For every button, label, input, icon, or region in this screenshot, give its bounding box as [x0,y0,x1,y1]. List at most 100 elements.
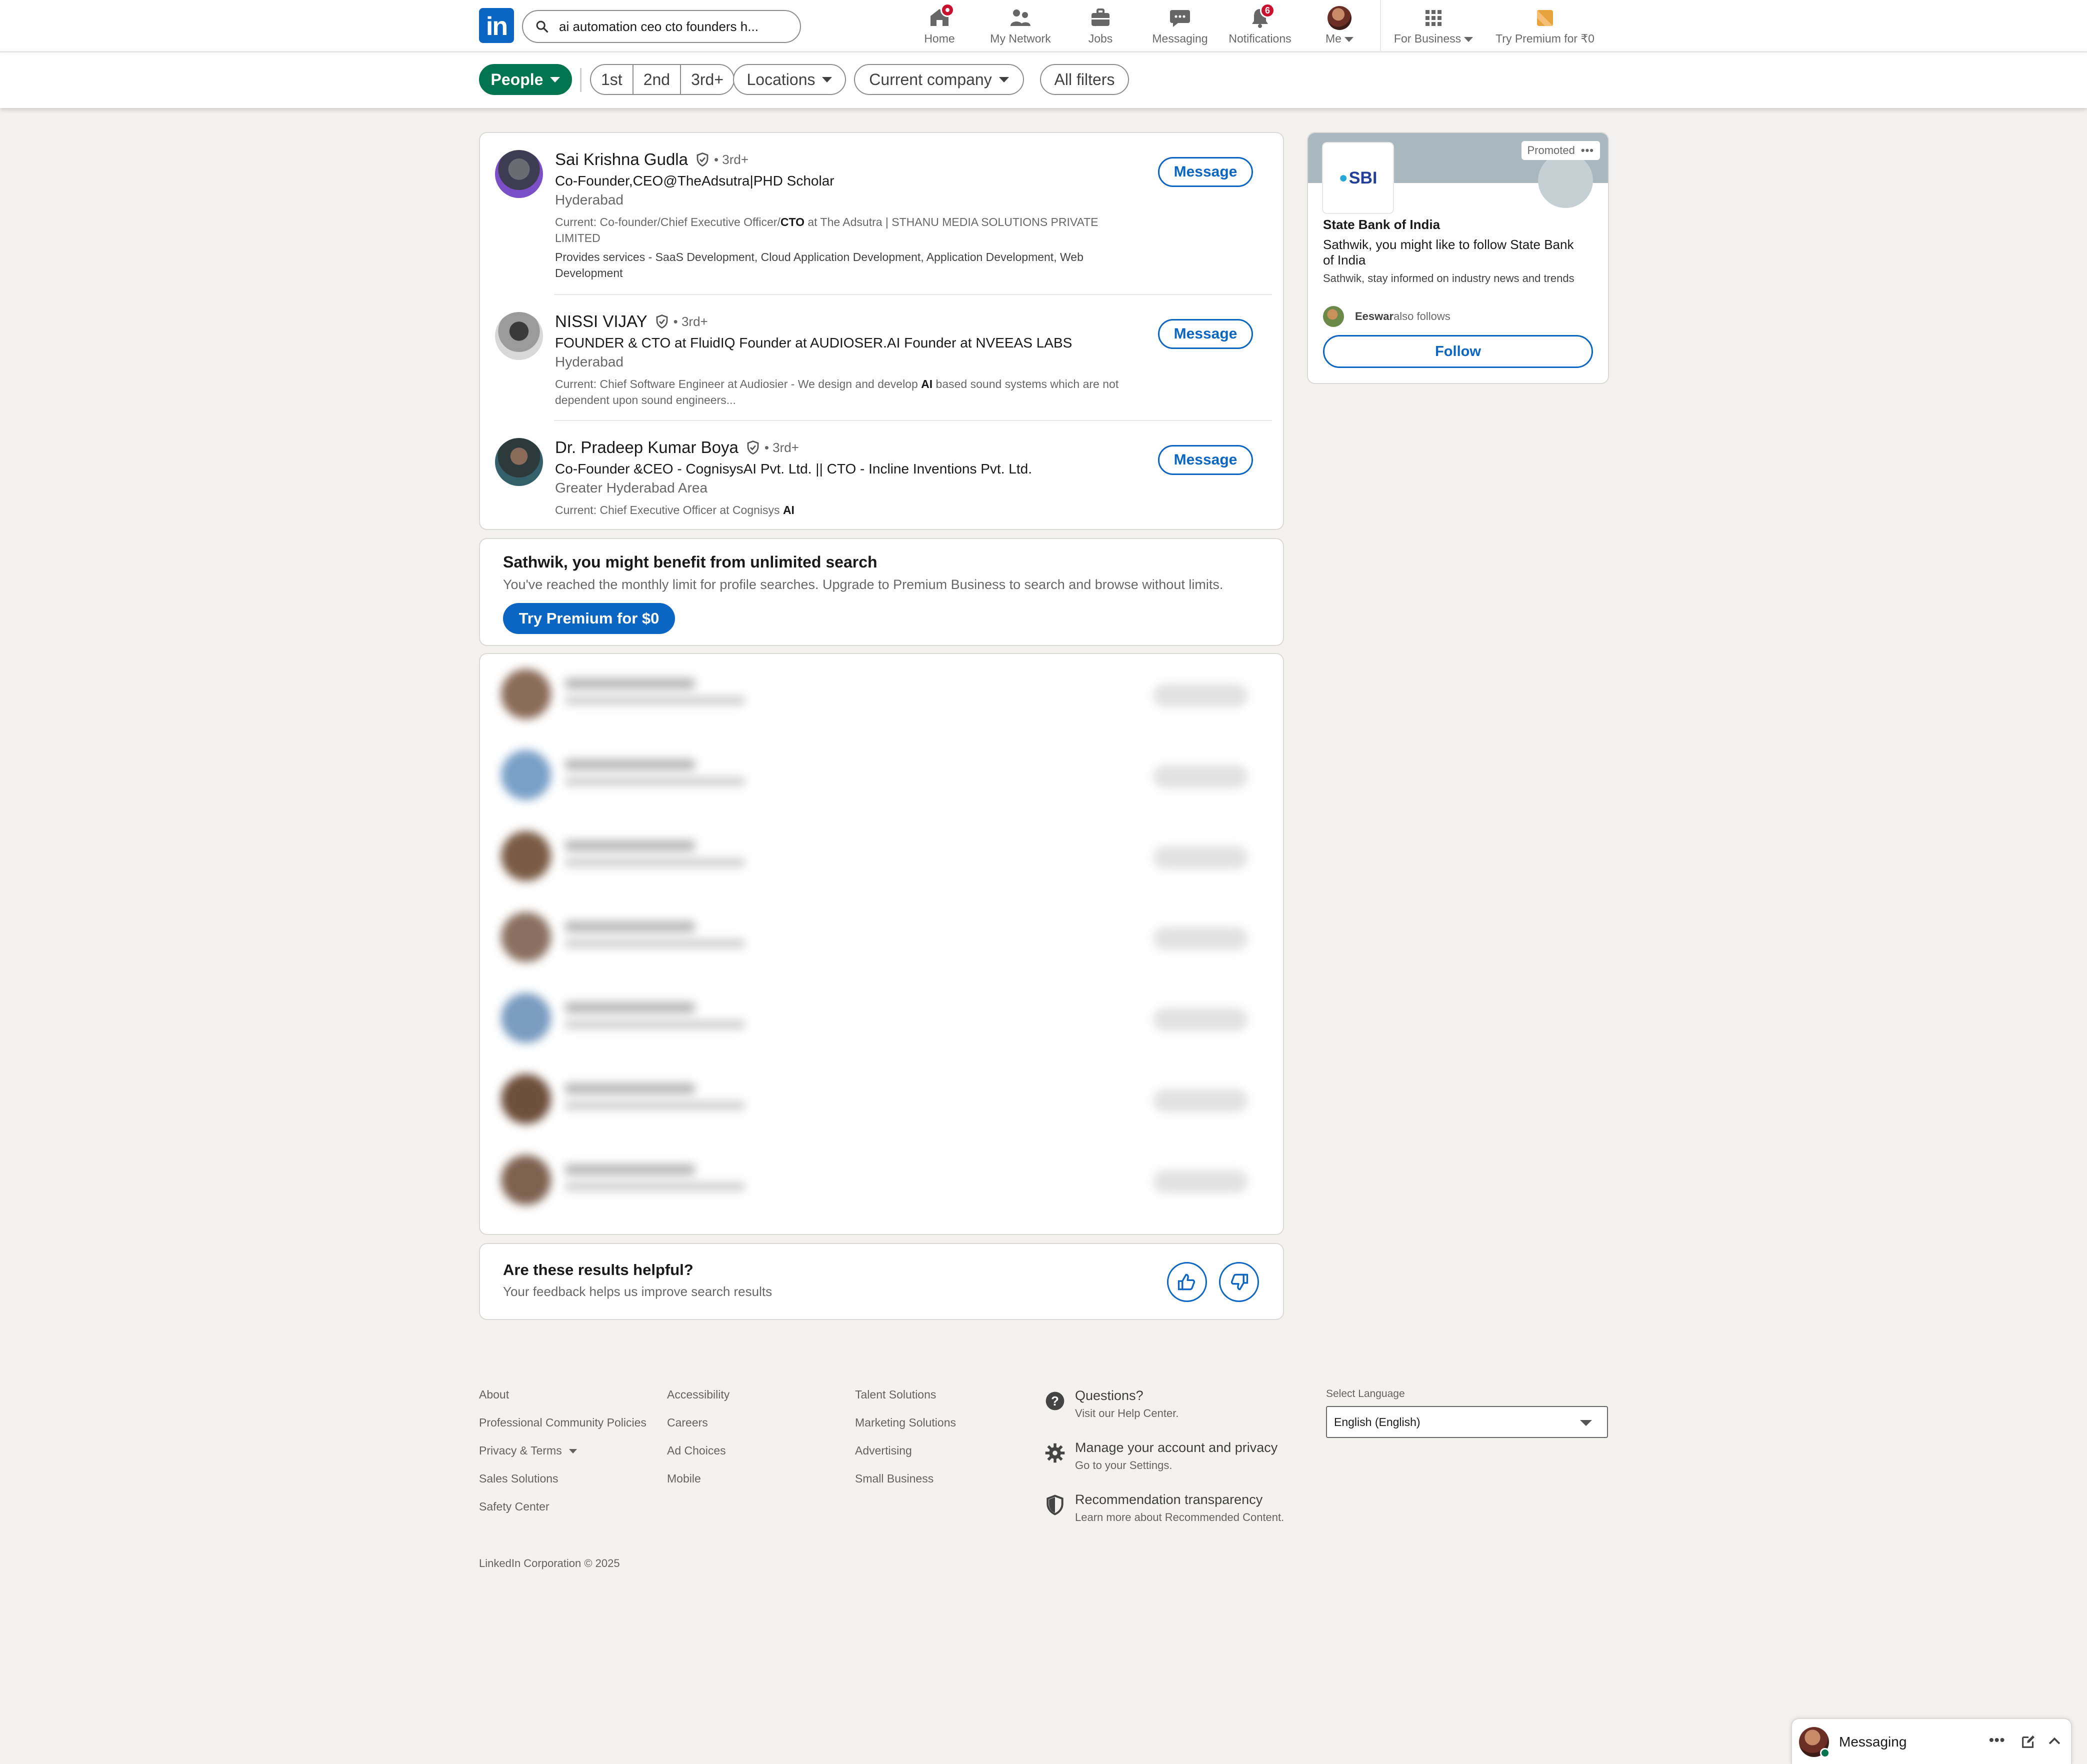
ad-social-proof: Eeswar also follows [1323,306,1450,327]
try-premium-button[interactable]: Try Premium for $0 [503,603,675,634]
profile-location: Hyderabad [555,192,624,208]
locked-results-card [479,653,1284,1235]
nav-notifications[interactable]: 6 Notifications [1225,3,1295,49]
linkedin-logo[interactable]: in [479,8,514,43]
promoted-label: Promoted ••• [1521,141,1600,160]
select-language-label: Select Language [1326,1388,1405,1400]
blurred-result-row [495,1069,1268,1129]
footer-link-mobile[interactable]: Mobile [667,1472,701,1486]
degree-3rd-button[interactable]: 3rd+ [680,65,734,94]
language-select[interactable]: English (English) [1326,1406,1608,1438]
message-button[interactable]: Message [1158,445,1253,475]
blurred-result-row [495,745,1268,805]
chevron-down-icon [550,76,560,82]
footer-link-advertising[interactable]: Advertising [855,1444,912,1458]
result-divider [554,294,1272,295]
ad-company-name[interactable]: State Bank of India [1323,217,1440,232]
people-filter-button[interactable]: People [479,64,572,95]
chevron-down-icon [998,76,1009,82]
feedback-title: Are these results helpful? [503,1261,694,1278]
messaging-avatar [1799,1727,1830,1758]
briefcase-icon [1092,8,1110,26]
chevron-down-icon [1344,36,1354,42]
footer-link-community-policies[interactable]: Professional Community Policies [479,1416,646,1430]
upsell-text: You've reached the monthly limit for pro… [503,577,1224,592]
all-filters-button[interactable]: All filters [1040,64,1129,95]
upsell-title: Sathwik, you might benefit from unlimite… [503,553,878,571]
follower-avatar [1323,306,1344,327]
footer-link-sales-solutions[interactable]: Sales Solutions [479,1472,558,1486]
blurred-result-row [495,1150,1268,1210]
footer-link-careers[interactable]: Careers [667,1416,708,1430]
messaging-dock[interactable]: Messaging ••• [1791,1718,2072,1764]
current-position: Current: Chief Executive Officer at Cogn… [555,504,794,516]
thumbs-up-button[interactable] [1167,1262,1207,1302]
search-box[interactable] [522,10,801,43]
profile-avatar[interactable] [495,312,543,360]
chevron-down-icon [568,1449,577,1454]
chevron-down-icon [822,76,832,82]
footer-link-accessibility[interactable]: Accessibility [667,1388,730,1402]
sbi-logo[interactable]: ● SBI [1323,143,1393,213]
thumbs-down-icon [1230,1274,1248,1290]
footer-link-small-business[interactable]: Small Business [855,1472,934,1486]
blurred-result-row [495,826,1268,886]
message-button[interactable]: Message [1158,157,1253,187]
search-results-card: Sai Krishna Gudla • 3rd+ Co-Founder,CEO@… [479,132,1284,530]
profile-location: Greater Hyderabad Area [555,480,708,496]
svg-text:?: ? [1051,1394,1059,1408]
current-position: Current: Chief Software Engineer at Audi… [555,378,1119,406]
profile-name-link[interactable]: NISSI VIJAY [555,312,648,331]
copyright: LinkedIn Corporation © 2025 [479,1557,620,1570]
verified-shield-icon [696,152,708,167]
chevron-up-icon[interactable] [2046,1733,2063,1750]
profile-headline: FOUNDER & CTO at FluidIQ Founder at AUDI… [555,335,1072,350]
profile-avatar[interactable] [495,150,543,198]
search-input[interactable] [559,18,794,34]
footer-link-marketing-solutions[interactable]: Marketing Solutions [855,1416,956,1430]
compose-icon[interactable] [2020,1733,2037,1750]
feedback-card: Are these results helpful? Your feedback… [479,1243,1284,1320]
nav-try-premium[interactable]: Try Premium for ₹0 [1492,6,1598,49]
grid-icon [1426,10,1442,26]
question-icon: ? [1046,1392,1064,1410]
profile-name-link[interactable]: Sai Krishna Gudla [555,150,688,169]
degree-1st-button[interactable]: 1st [591,65,632,94]
connection-degree-filter: 1st 2nd 3rd+ [590,64,735,95]
profile-avatar[interactable] [495,438,543,486]
shield-icon [1046,1494,1064,1516]
degree-2nd-button[interactable]: 2nd [632,65,680,94]
connection-degree: • 3rd+ [714,152,749,167]
people-icon [1010,10,1030,26]
nav-my-network[interactable]: My Network [983,6,1058,49]
feedback-subtitle: Your feedback helps us improve search re… [503,1284,772,1299]
online-status-dot [1820,1748,1830,1758]
verified-shield-icon [656,314,668,329]
thumbs-up-icon [1178,1274,1196,1290]
footer-link-safety-center[interactable]: Safety Center [479,1500,550,1514]
nav-for-business[interactable]: For Business [1391,6,1476,49]
footer-link-talent-solutions[interactable]: Talent Solutions [855,1388,936,1402]
global-nav: in Home My Network Jobs Messaging 6 Noti… [0,0,2087,52]
connection-degree: • 3rd+ [673,314,708,329]
profile-headline: Co-Founder &CEO - CognisysAI Pvt. Ltd. |… [555,461,1032,476]
gear-icon [1045,1443,1065,1463]
more-options-icon[interactable]: ••• [1581,144,1594,157]
footer-link-ad-choices[interactable]: Ad Choices [667,1444,726,1458]
thumbs-down-button[interactable] [1219,1262,1259,1302]
locations-filter-button[interactable]: Locations [733,64,846,95]
nav-home[interactable]: Home [919,3,960,49]
message-button[interactable]: Message [1158,319,1253,349]
nav-messaging[interactable]: Messaging [1150,6,1210,49]
nav-jobs[interactable]: Jobs [1083,6,1118,49]
footer-link-privacy-terms[interactable]: Privacy & Terms [479,1444,577,1458]
blurred-result-row [495,664,1268,724]
more-options-icon[interactable]: ••• [1989,1732,2005,1748]
follow-button[interactable]: Follow [1323,335,1593,368]
ad-line-2: Sathwik, stay informed on industry news … [1323,272,1574,284]
nav-me[interactable]: Me [1320,6,1359,49]
filter-divider [580,68,582,92]
profile-name-link[interactable]: Dr. Pradeep Kumar Boya [555,438,738,457]
current-company-filter-button[interactable]: Current company [854,64,1024,95]
footer-link-about[interactable]: About [479,1388,509,1402]
